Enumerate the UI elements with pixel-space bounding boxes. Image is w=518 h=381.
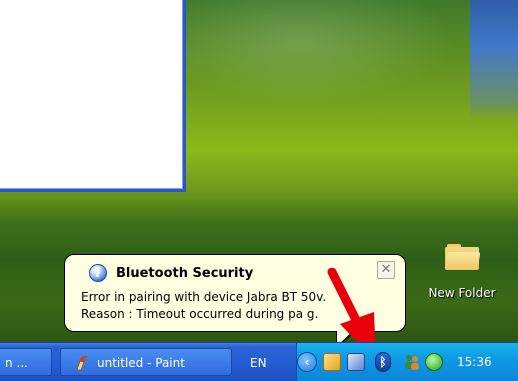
sync-icon[interactable] [425,353,443,371]
clock-app-icon[interactable] [323,353,341,371]
info-icon: i [89,264,107,282]
wallpaper-sky [470,0,518,120]
users-icon[interactable] [403,353,421,371]
clock-time[interactable]: 15:36 [457,355,492,369]
taskbar-button-paint[interactable]: untitled - Paint [60,348,232,376]
paint-canvas[interactable] [0,0,183,189]
folder-icon [444,244,481,270]
balloon-message-line1: Error in pairing with device Jabra BT 50… [81,290,327,304]
desktop-icon-label: New Folder [428,286,496,300]
taskbar-button-paint-label: untitled - Paint [97,356,185,370]
balloon-title: Bluetooth Security [116,265,254,281]
taskbar-button-truncated[interactable]: n ... [0,348,52,376]
system-tray: ‹ ᛒ 15:36 [296,343,518,381]
language-indicator[interactable]: EN [250,356,267,370]
taskbar: n ... untitled - Paint EN ‹ ᛒ 15:36 [0,342,518,381]
balloon-message: Error in pairing with device Jabra BT 50… [81,289,326,323]
desktop-icon-new-folder[interactable]: New Folder [416,244,508,308]
balloon-header: i Bluetooth Security [89,263,253,283]
tray-expand-chevron-icon[interactable]: ‹ [297,352,317,372]
network-icon[interactable] [347,353,365,371]
paint-app-icon [76,355,87,371]
balloon-message-line2: Reason : Timeout occurred during pa g. [81,307,319,321]
bluetooth-icon[interactable]: ᛒ [375,352,391,372]
paint-window[interactable] [0,0,186,192]
